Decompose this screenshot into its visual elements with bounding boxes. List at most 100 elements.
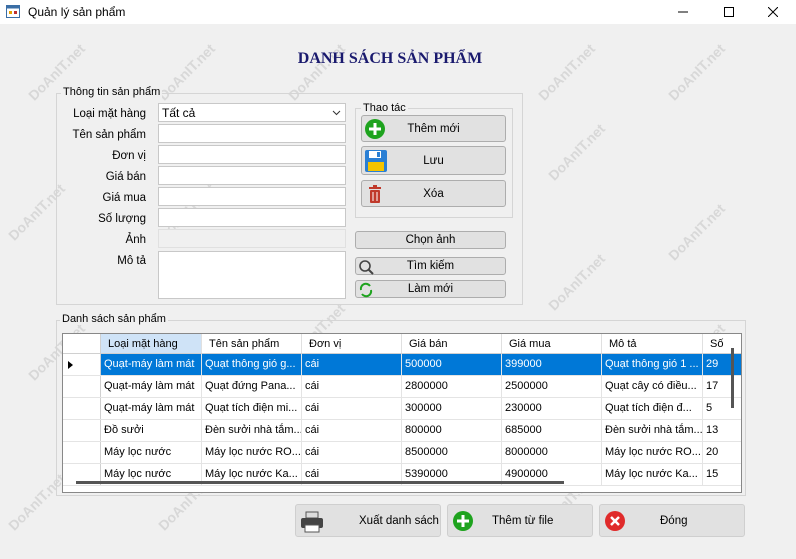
add-new-button[interactable]: Thêm mới	[361, 115, 506, 142]
purchase-price-label: Giá mua	[102, 192, 146, 204]
product-grid[interactable]: Loại mặt hàng Tên sản phẩm Đơn vị Giá bá…	[62, 333, 742, 493]
refresh-button[interactable]: Làm mới	[355, 280, 506, 298]
product-name-input[interactable]	[158, 124, 346, 143]
row-header[interactable]	[63, 398, 101, 419]
image-path-input	[158, 229, 346, 248]
description-textarea[interactable]	[158, 251, 346, 299]
table-cell[interactable]: 8000000	[502, 442, 602, 463]
table-cell[interactable]: Quạt cây có điều...	[602, 376, 703, 397]
window-title: Quản lý sản phẩm	[28, 5, 126, 19]
table-cell[interactable]: Đèn sưởi nhà tắm...	[202, 420, 302, 441]
unit-input[interactable]	[158, 145, 346, 164]
export-list-button[interactable]: Xuất danh sách	[295, 504, 441, 537]
chevron-down-icon	[332, 110, 341, 116]
column-header[interactable]: Tên sản phẩm	[202, 334, 302, 353]
choose-image-button[interactable]: Chọn ảnh	[355, 231, 506, 249]
watermark: DoAnIT.net	[665, 200, 729, 264]
table-row[interactable]: Quạt-máy làm mát Quạt tích điện mi... cá…	[63, 398, 741, 420]
table-cell[interactable]: Quạt thông gió g...	[202, 354, 302, 375]
row-header[interactable]	[63, 354, 101, 375]
table-cell[interactable]: Quạt đứng Pana...	[202, 376, 302, 397]
category-label: Loại mặt hàng	[73, 108, 146, 120]
close-window-button[interactable]	[750, 0, 796, 24]
category-select[interactable]: Tất cả	[158, 103, 346, 122]
table-cell[interactable]: Quạt tích điện đ...	[602, 398, 703, 419]
plus-icon	[453, 511, 473, 531]
table-cell[interactable]: Máy lọc nước	[101, 442, 202, 463]
table-cell[interactable]: 500000	[402, 354, 502, 375]
close-circle-icon	[605, 511, 625, 531]
delete-label: Xóa	[423, 187, 444, 200]
table-cell[interactable]: 17	[703, 376, 741, 397]
column-header[interactable]: Đơn vị	[302, 334, 402, 353]
table-cell[interactable]: 300000	[402, 398, 502, 419]
search-label: Tìm kiếm	[406, 260, 455, 272]
table-cell[interactable]: 20	[703, 442, 741, 463]
refresh-icon	[359, 282, 373, 298]
maximize-button[interactable]	[706, 0, 752, 24]
table-cell[interactable]: Quạt-máy làm mát	[101, 354, 202, 375]
table-cell[interactable]: Quạt thông gió 1 ...	[602, 354, 703, 375]
table-cell[interactable]: 399000	[502, 354, 602, 375]
product-info-legend: Thông tin sản phẩm	[61, 86, 163, 98]
table-cell[interactable]: cái	[302, 376, 402, 397]
delete-button[interactable]: Xóa	[361, 180, 506, 207]
minimize-button[interactable]	[660, 0, 706, 24]
column-header[interactable]: Loại mặt hàng	[101, 334, 202, 353]
horizontal-scrollbar[interactable]	[76, 481, 564, 484]
table-cell[interactable]: Máy lọc nước RO...	[202, 442, 302, 463]
sale-price-input[interactable]	[158, 166, 346, 185]
minimize-icon	[678, 11, 688, 13]
table-row[interactable]: Quạt-máy làm mát Quạt đứng Pana... cái 2…	[63, 376, 741, 398]
table-cell[interactable]: 13	[703, 420, 741, 441]
table-cell[interactable]: 5	[703, 398, 741, 419]
category-select-value: Tất cả	[162, 105, 196, 120]
column-header[interactable]: Giá bán	[402, 334, 502, 353]
sale-price-label: Giá bán	[105, 171, 146, 183]
search-button[interactable]: Tìm kiếm	[355, 257, 506, 275]
quantity-label: Số lượng	[98, 213, 146, 225]
table-cell[interactable]: Máy lọc nước RO...	[602, 442, 703, 463]
watermark: DoAnIT.net	[545, 120, 609, 184]
table-cell[interactable]: cái	[302, 420, 402, 441]
actions-legend: Thao tác	[361, 102, 408, 114]
table-cell[interactable]: Máy lọc nước Ka...	[602, 464, 703, 485]
table-cell[interactable]: Quạt-máy làm mát	[101, 376, 202, 397]
column-header[interactable]: Mô tả	[602, 334, 703, 353]
app-form-icon	[6, 5, 20, 18]
table-cell[interactable]: 15	[703, 464, 741, 485]
table-cell[interactable]: 29	[703, 354, 741, 375]
vertical-scrollbar[interactable]	[731, 348, 734, 408]
row-header[interactable]	[63, 420, 101, 441]
table-cell[interactable]: 230000	[502, 398, 602, 419]
column-header[interactable]: Số	[703, 334, 741, 353]
table-cell[interactable]: 800000	[402, 420, 502, 441]
import-from-file-button[interactable]: Thêm từ file	[447, 504, 593, 537]
table-cell[interactable]: Đồ sưởi	[101, 420, 202, 441]
table-row[interactable]: Máy lọc nước Máy lọc nước RO... cái 8500…	[63, 442, 741, 464]
table-cell[interactable]: cái	[302, 398, 402, 419]
table-cell[interactable]: 2800000	[402, 376, 502, 397]
table-cell[interactable]: 685000	[502, 420, 602, 441]
table-cell[interactable]: cái	[302, 354, 402, 375]
product-list-legend: Danh sách sản phẩm	[60, 313, 168, 325]
close-button[interactable]: Đóng	[599, 504, 745, 537]
close-label: Đóng	[660, 515, 688, 527]
search-icon	[359, 260, 374, 275]
column-header[interactable]: Giá mua	[502, 334, 602, 353]
table-cell[interactable]: cái	[302, 442, 402, 463]
table-cell[interactable]: Đèn sưởi nhà tắm...	[602, 420, 703, 441]
table-row[interactable]: Đồ sưởi Đèn sưởi nhà tắm... cái 800000 6…	[63, 420, 741, 442]
maximize-icon	[724, 7, 734, 17]
row-header[interactable]	[63, 442, 101, 463]
description-label: Mô tả	[117, 255, 146, 267]
table-cell[interactable]: Quạt-máy làm mát	[101, 398, 202, 419]
purchase-price-input[interactable]	[158, 187, 346, 206]
table-row[interactable]: Quạt-máy làm mát Quạt thông gió g... cái…	[63, 354, 741, 376]
save-button[interactable]: Lưu	[361, 146, 506, 175]
table-cell[interactable]: 2500000	[502, 376, 602, 397]
row-header[interactable]	[63, 376, 101, 397]
table-cell[interactable]: 8500000	[402, 442, 502, 463]
table-cell[interactable]: Quạt tích điện mi...	[202, 398, 302, 419]
quantity-input[interactable]	[158, 208, 346, 227]
